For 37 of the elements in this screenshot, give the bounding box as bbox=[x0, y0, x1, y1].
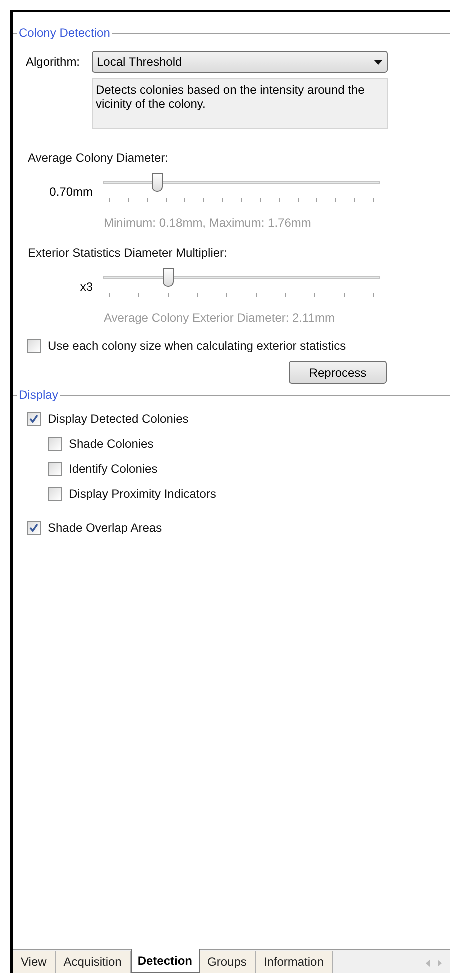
algorithm-description: Detects colonies based on the intensity around the vicinity of the colony. bbox=[92, 78, 388, 129]
scroll-right-icon[interactable] bbox=[438, 960, 442, 967]
checkbox-label: Shade Colonies bbox=[69, 436, 154, 452]
slider-thumb[interactable] bbox=[162, 268, 174, 287]
slider-note: Minimum: 0.18mm, Maximum: 1.76mm bbox=[104, 215, 312, 230]
slider-label: Exterior Statistics Diameter Multiplier: bbox=[28, 245, 228, 262]
tab[interactable]: Detection bbox=[130, 949, 200, 973]
checkbox[interactable] bbox=[27, 412, 41, 426]
scroll-left-icon[interactable] bbox=[426, 960, 430, 967]
slider-note: Average Colony Exterior Diameter: 2.11mm bbox=[104, 310, 336, 325]
tab[interactable]: Groups bbox=[200, 951, 256, 973]
slider[interactable] bbox=[103, 173, 380, 203]
checkbox-label: Display Detected Colonies bbox=[48, 410, 189, 428]
slider[interactable] bbox=[103, 268, 380, 298]
dropdown-caret-icon bbox=[374, 60, 383, 64]
reprocess-button[interactable]: Reprocess bbox=[289, 361, 387, 384]
checkbox-label: Identify Colonies bbox=[69, 460, 158, 478]
slider-reading: 0.70mm bbox=[48, 184, 94, 201]
tab[interactable]: Information bbox=[256, 951, 333, 973]
checkbox-label: Use each colony size when calculating exterior statistics bbox=[48, 338, 346, 354]
group-title: Display bbox=[18, 387, 60, 404]
slider-reading: x3 bbox=[79, 279, 94, 296]
algorithm-label: Algorithm: bbox=[26, 54, 82, 71]
tab[interactable]: View bbox=[13, 951, 56, 973]
checkbox[interactable] bbox=[27, 338, 41, 352]
checkbox[interactable] bbox=[27, 520, 41, 534]
algorithm-dropdown[interactable]: Local Threshold bbox=[92, 51, 388, 73]
slider-label: Average Colony Diameter: bbox=[28, 150, 170, 167]
checkbox[interactable] bbox=[48, 486, 62, 500]
checkmark-icon bbox=[29, 414, 39, 424]
checkbox-label: Display Proximity Indicators bbox=[69, 486, 216, 502]
checkmark-icon bbox=[29, 522, 39, 532]
checkbox-label: Shade Overlap Areas bbox=[48, 520, 162, 536]
group-title: Colony Detection bbox=[18, 25, 112, 42]
slider-thumb[interactable] bbox=[152, 173, 163, 192]
checkbox[interactable] bbox=[48, 436, 62, 450]
checkbox[interactable] bbox=[48, 462, 62, 476]
